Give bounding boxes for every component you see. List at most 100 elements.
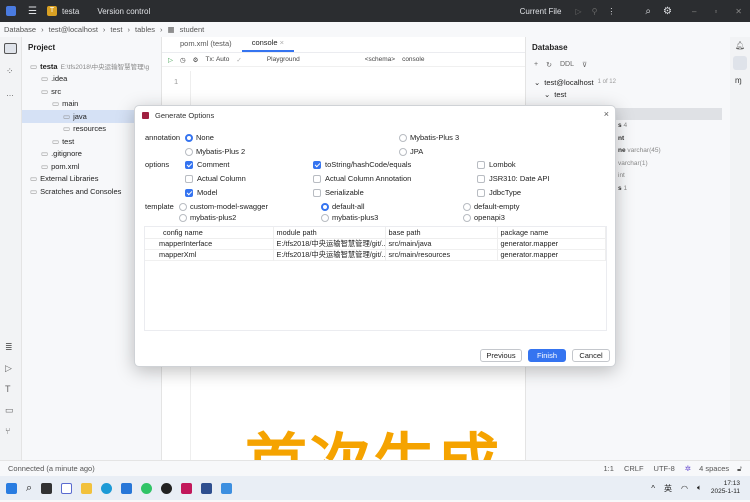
build-icon[interactable]: T bbox=[5, 379, 14, 400]
mybatis-icon[interactable]: ɱ bbox=[735, 76, 745, 85]
terminal-icon[interactable]: ▭ bbox=[5, 400, 14, 421]
table-cell[interactable]: mapperXml bbox=[145, 249, 274, 260]
notepad-icon[interactable] bbox=[221, 482, 233, 494]
status-message[interactable]: Connected (a minute ago) bbox=[8, 464, 95, 473]
db-tree-fragment[interactable]: int bbox=[618, 170, 730, 183]
option-checkbox[interactable]: Actual Column bbox=[185, 174, 246, 184]
database-tool-icon[interactable] bbox=[733, 56, 747, 70]
clock[interactable]: 17:13 2025-1-11 bbox=[711, 480, 740, 496]
annotation-radio-none[interactable]: None bbox=[185, 133, 214, 143]
run-config-select[interactable]: Current File bbox=[520, 7, 562, 16]
database-changes-icon[interactable]: ≣ bbox=[5, 337, 14, 358]
option-checkbox[interactable]: toString/hashCode/equals bbox=[313, 160, 411, 170]
cancel-button[interactable]: Cancel bbox=[572, 349, 610, 362]
table-cell[interactable]: src/main/java bbox=[385, 238, 498, 249]
checkbox[interactable] bbox=[185, 189, 193, 198]
template-radio[interactable]: default-all bbox=[321, 202, 365, 212]
column-header-package-name[interactable]: package name bbox=[497, 227, 606, 238]
breadcrumb-item[interactable]: tables bbox=[135, 25, 155, 34]
caret-position[interactable]: 1:1 bbox=[604, 464, 614, 473]
checkbox[interactable] bbox=[313, 161, 321, 170]
ddl-button[interactable]: DDL bbox=[560, 61, 574, 69]
run-icon[interactable]: ▷ bbox=[575, 7, 581, 16]
line-separator[interactable]: CRLF bbox=[624, 464, 644, 473]
git-icon[interactable]: ⑂ bbox=[5, 421, 14, 442]
finish-button[interactable]: Finish bbox=[528, 349, 566, 362]
wifi-icon[interactable]: ◠ bbox=[681, 484, 688, 493]
annotation-radio-jpa[interactable]: JPA bbox=[399, 147, 423, 157]
vcs-menu[interactable]: Version control bbox=[97, 7, 150, 16]
checkbox[interactable] bbox=[313, 175, 321, 184]
checkbox[interactable] bbox=[477, 175, 485, 184]
table-row[interactable]: mapperXml E:/tfs2018/中央运输智慧管理/git/... src/… bbox=[145, 249, 606, 260]
option-checkbox[interactable]: Lombok bbox=[477, 160, 516, 170]
add-icon[interactable]: + bbox=[534, 61, 538, 69]
breadcrumb-item[interactable]: student bbox=[180, 25, 205, 34]
checkbox[interactable] bbox=[477, 161, 485, 170]
table-cell[interactable]: mapperInterface bbox=[145, 238, 274, 249]
history-icon[interactable]: ◷ bbox=[180, 56, 186, 64]
indent-setting[interactable]: 4 spaces bbox=[699, 464, 729, 473]
db-tree-fragment[interactable]: nt bbox=[618, 133, 730, 146]
tray-expand-icon[interactable]: ^ bbox=[651, 484, 655, 493]
more-tools-icon[interactable]: … bbox=[6, 89, 15, 98]
tx-mode-select[interactable]: Tx: Auto bbox=[206, 56, 230, 63]
start-icon[interactable] bbox=[6, 482, 17, 494]
db-tool-icon[interactable] bbox=[201, 482, 213, 494]
playground-select[interactable]: Playground bbox=[267, 56, 300, 63]
app-t-icon[interactable] bbox=[121, 482, 133, 494]
annotation-radio-mybatis-plus-2[interactable]: Mybatis-Plus 2 bbox=[185, 147, 245, 157]
debug-icon[interactable]: ⚲ bbox=[592, 7, 598, 16]
table-cell[interactable]: generator.mapper bbox=[497, 238, 606, 249]
commit-icon[interactable]: ✓ bbox=[236, 56, 241, 64]
db-tree-fragment[interactable]: s 1 bbox=[618, 183, 730, 196]
structure-tool-icon[interactable]: ⁘ bbox=[6, 66, 15, 77]
readonly-lock-icon[interactable]: 🔓︎ bbox=[737, 464, 742, 474]
intellij-icon[interactable] bbox=[181, 482, 193, 494]
maximize-button[interactable]: ▫ bbox=[714, 7, 717, 16]
tree-item-host[interactable]: ⌄ test@localhost 1 of 12 bbox=[526, 76, 730, 89]
close-window-button[interactable]: ✕ bbox=[735, 7, 742, 16]
option-checkbox[interactable]: Serializable bbox=[313, 188, 364, 198]
minimize-button[interactable]: – bbox=[692, 7, 696, 16]
table-cell[interactable]: src/main/resources bbox=[385, 249, 498, 260]
project-panel-title[interactable]: Project bbox=[22, 37, 161, 58]
wechat-icon[interactable] bbox=[141, 482, 153, 494]
option-checkbox[interactable]: JdbcType bbox=[477, 188, 521, 198]
db-tree-fragment[interactable]: ne varchar(45) bbox=[618, 145, 730, 158]
explorer-icon[interactable] bbox=[81, 482, 93, 494]
volume-icon[interactable]: 🔈︎ bbox=[697, 483, 702, 493]
checkbox[interactable] bbox=[313, 189, 321, 198]
console-select[interactable]: console bbox=[402, 56, 424, 63]
template-radio[interactable]: mybatis-plus3 bbox=[321, 213, 378, 223]
file-encoding[interactable]: UTF-8 bbox=[654, 464, 675, 473]
template-radio[interactable]: mybatis-plus2 bbox=[179, 213, 236, 223]
filter-icon[interactable]: ⊽ bbox=[582, 61, 587, 69]
tree-item-schema[interactable]: ⌄ test bbox=[526, 89, 730, 102]
more-icon[interactable]: ⋮ bbox=[607, 7, 615, 16]
template-radio[interactable]: custom-model-swagger bbox=[179, 202, 268, 212]
previous-button[interactable]: Previous bbox=[480, 349, 522, 362]
search-icon[interactable]: ⌕ bbox=[645, 6, 651, 17]
db-tree-fragment[interactable]: s 4 bbox=[618, 120, 730, 133]
search-icon[interactable]: ⌕ bbox=[26, 482, 32, 495]
ime-indicator[interactable]: 英 bbox=[664, 483, 672, 494]
table-cell[interactable]: E:/tfs2018/中央运输智慧管理/git/... bbox=[273, 249, 386, 260]
schema-select[interactable]: <schema> bbox=[365, 56, 395, 63]
checkbox[interactable] bbox=[477, 189, 485, 198]
annotation-radio-mybatis-plus-3[interactable]: Mybatis-Plus 3 bbox=[399, 133, 459, 143]
db-tree-fragment[interactable]: varchar(1) bbox=[618, 158, 730, 171]
breadcrumb-item[interactable]: Database bbox=[4, 25, 36, 34]
option-checkbox[interactable]: Actual Column Annotation bbox=[313, 174, 411, 184]
column-header-base-path[interactable]: base path bbox=[385, 227, 498, 238]
edge-icon[interactable] bbox=[101, 482, 113, 494]
breadcrumb-item[interactable]: test@localhost bbox=[49, 25, 98, 34]
close-tab-icon[interactable]: × bbox=[280, 38, 284, 47]
project-tree-item[interactable]: ▭ src bbox=[22, 85, 161, 98]
table-cell[interactable]: generator.mapper bbox=[497, 249, 606, 260]
notifications-icon[interactable]: 🔔︎ bbox=[735, 41, 745, 50]
project-tool-icon[interactable] bbox=[4, 43, 17, 54]
checkbox[interactable] bbox=[185, 161, 193, 170]
option-checkbox[interactable]: Model bbox=[185, 188, 217, 198]
wps-icon[interactable] bbox=[61, 482, 73, 494]
